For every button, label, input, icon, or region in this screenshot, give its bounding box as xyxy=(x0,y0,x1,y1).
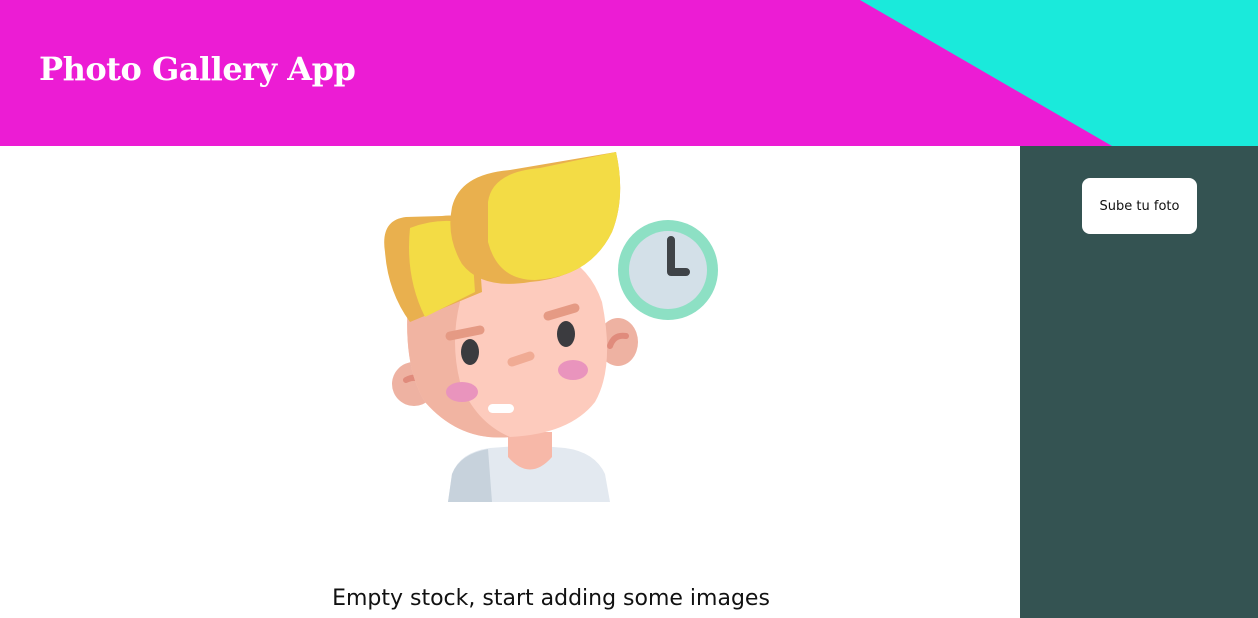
gallery-main: Empty stock, start adding some images xyxy=(0,146,1020,618)
thinking-boy-clock-icon xyxy=(384,152,718,502)
sidebar: Sube tu foto xyxy=(1020,146,1258,618)
empty-gallery-message: Empty stock, start adding some images xyxy=(332,586,770,611)
app-title: Photo Gallery App xyxy=(39,50,356,88)
app-header: Photo Gallery App xyxy=(0,0,1258,146)
upload-photo-button[interactable]: Sube tu foto xyxy=(1082,178,1197,234)
